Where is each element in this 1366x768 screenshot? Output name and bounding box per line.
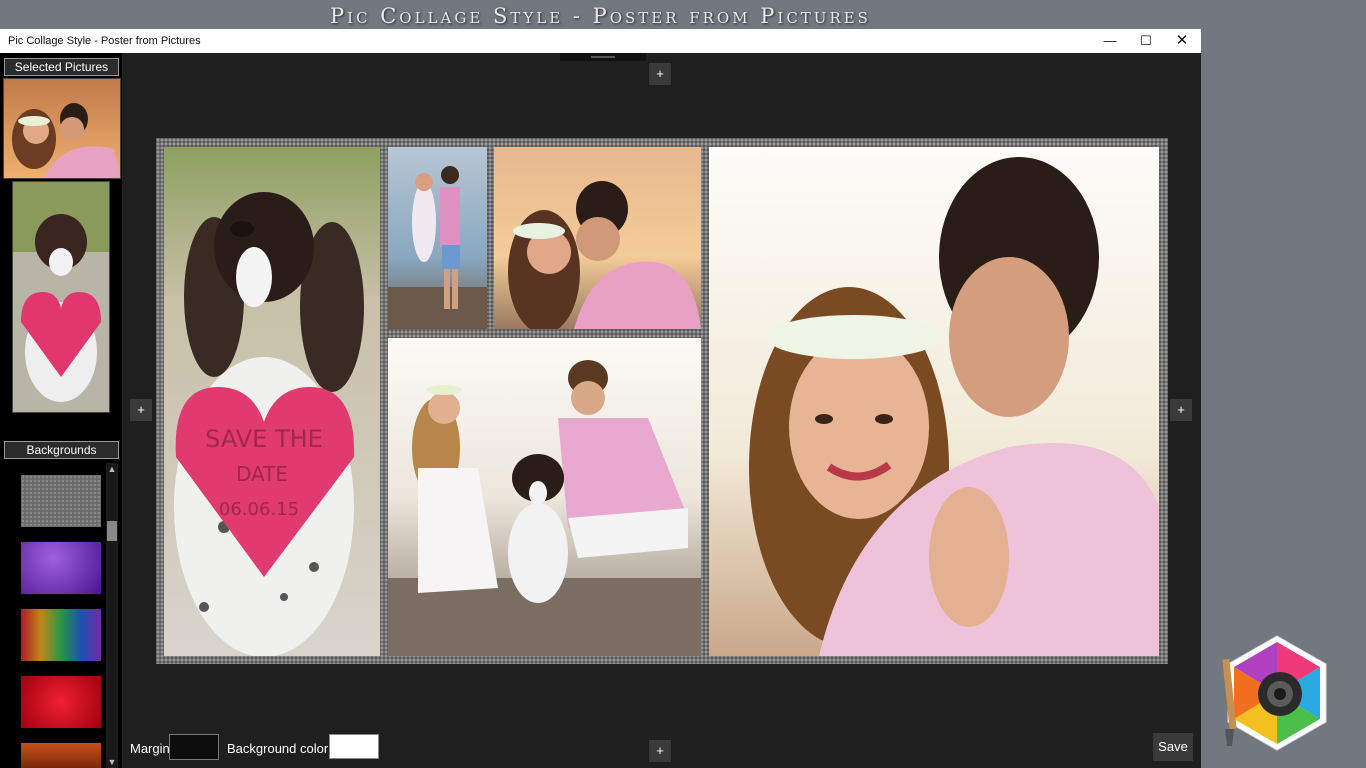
dog-photo-image: SAVE THE DATE 06.06.15 [164, 147, 380, 656]
collage-photo-couple-dog[interactable] [388, 338, 701, 656]
heart-text-line1: SAVE THE [205, 425, 323, 453]
minimize-button[interactable]: — [1092, 29, 1128, 53]
collage-poster: SAVE THE DATE 06.06.15 [156, 138, 1168, 664]
backgrounds-scrollbar[interactable]: ▲ ▼ [106, 463, 118, 768]
banner-title: Pic Collage Style - Poster from Pictures [330, 4, 871, 28]
scrollbar-thumb[interactable] [107, 521, 117, 541]
background-swatch-red[interactable] [21, 676, 101, 728]
bottom-toolbar: Margin Background color Save [122, 728, 1201, 768]
couple-beach-image [388, 147, 487, 329]
selected-pictures-header: Selected Pictures [4, 58, 119, 76]
collage-photo-couple-sunset[interactable] [494, 147, 701, 329]
background-swatch-purple[interactable] [21, 542, 101, 594]
sidebar: Selected Pictures Backgrounds ▲ ▼ [0, 53, 122, 768]
background-swatch-orange[interactable] [21, 743, 101, 768]
background-color-label: Background color [227, 741, 329, 756]
dog-thumb-image [13, 182, 109, 412]
collage-photo-dog[interactable]: SAVE THE DATE 06.06.15 [164, 147, 380, 656]
add-top-button[interactable]: + [649, 63, 671, 85]
titlebar: Pic Collage Style - Poster from Pictures… [0, 29, 1201, 53]
backgrounds-header: Backgrounds [4, 441, 119, 459]
collage-photo-couple-closeup[interactable] [709, 147, 1159, 656]
drag-handle[interactable] [560, 53, 646, 61]
save-button[interactable]: Save [1153, 733, 1193, 761]
canvas-area: + + + SAVE THE DATE 06.06.15 + Margin Ba… [122, 53, 1201, 768]
couple-sunset-image [494, 147, 701, 329]
app-logo-icon [1222, 635, 1327, 751]
collage-photo-couple-beach[interactable] [388, 147, 487, 329]
add-right-button[interactable]: + [1170, 399, 1192, 421]
maximize-button[interactable]: ☐ [1128, 29, 1164, 53]
background-swatch-rainbow[interactable] [21, 609, 101, 661]
couple-closeup-image [709, 147, 1159, 656]
margin-input[interactable] [169, 734, 219, 760]
scroll-up-arrow-icon[interactable]: ▲ [106, 463, 118, 475]
app-window: Pic Collage Style - Poster from Pictures… [0, 29, 1201, 768]
scroll-down-arrow-icon[interactable]: ▼ [106, 756, 118, 768]
heart-text-line3: 06.06.15 [219, 499, 299, 520]
background-color-picker[interactable] [329, 734, 379, 759]
couple-thumb-image [4, 79, 120, 178]
heart-text-line2: DATE [236, 462, 288, 486]
close-button[interactable]: ✕ [1164, 29, 1200, 53]
margin-label: Margin [130, 741, 170, 756]
window-title: Pic Collage Style - Poster from Pictures [8, 35, 201, 47]
selected-thumb-dog[interactable] [12, 181, 110, 413]
selected-thumb-couple[interactable] [3, 78, 121, 179]
backgrounds-list [0, 460, 122, 768]
add-left-button[interactable]: + [130, 399, 152, 421]
couple-dog-image [388, 338, 701, 656]
background-swatch-gray[interactable] [21, 475, 101, 527]
